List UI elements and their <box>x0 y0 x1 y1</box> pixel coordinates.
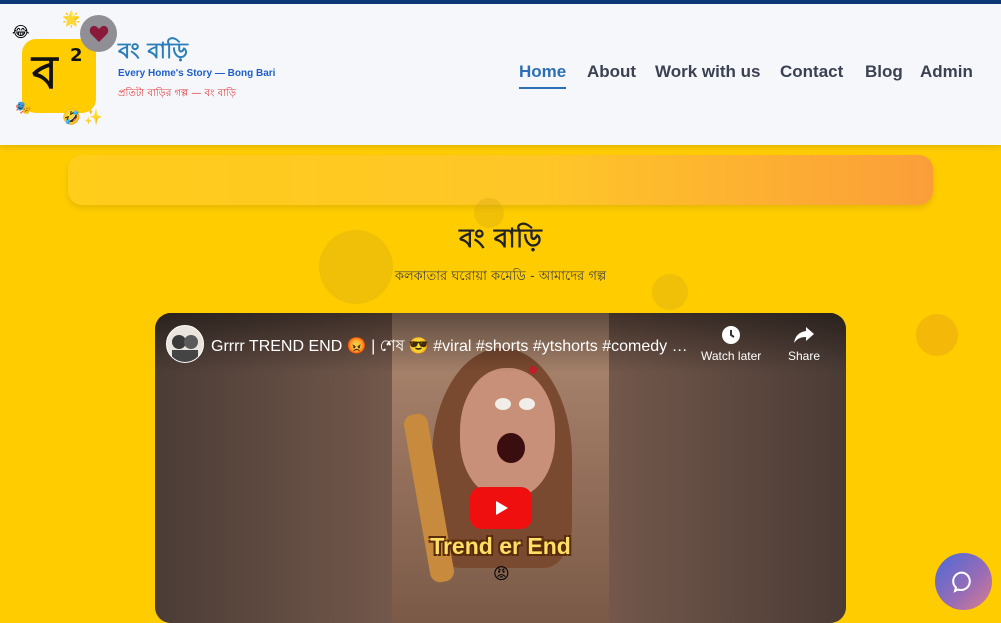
brand-tagline-english: Every Home's Story — Bong Bari <box>118 68 276 79</box>
page-title: বং বাড়ি <box>459 224 542 254</box>
nav-blog[interactable]: Blog <box>865 62 903 82</box>
watch-later-label: Watch later <box>701 349 762 363</box>
chat-bubble-icon <box>951 571 971 593</box>
nav-work-with-us[interactable]: Work with us <box>655 62 760 82</box>
thumbnail-eye <box>519 398 535 410</box>
play-icon <box>496 501 508 515</box>
laughing-emoji-icon: 😂 <box>12 23 30 41</box>
sparkles-emoji-icon: ✨ <box>84 108 103 126</box>
site-header: ব 2 😂 🌟 🎭 🤣 ✨ বং বাড়ি Every Home's Stor… <box>0 4 1001 145</box>
share-label: Share <box>788 349 821 363</box>
site-logo[interactable]: ব 2 <box>22 39 96 113</box>
chat-button[interactable] <box>935 553 992 610</box>
nav-contact[interactable]: Contact <box>780 62 843 82</box>
share-arrow-icon <box>794 327 815 343</box>
brand-title[interactable]: বং বাড়ি <box>118 34 188 71</box>
hero-banner-bar <box>68 155 933 205</box>
thumbnail-caption: Trend er End <box>430 533 571 559</box>
theater-emoji-icon: 🎭 <box>15 101 32 116</box>
nav-home[interactable]: Home <box>519 62 567 89</box>
play-button[interactable] <box>470 487 532 529</box>
page-subtitle: কলকাতার ঘরোয়া কমেডি - আমাদের গল্প <box>394 269 607 284</box>
angry-emoji-icon: 😡 <box>493 564 510 583</box>
youtube-video-embed[interactable]: Trend er End 😡 Grrrr TREND END 😡 | শেষ 😎… <box>155 313 846 623</box>
thumbnail-mouth <box>497 433 525 463</box>
share-button[interactable]: Share <box>788 325 820 363</box>
logo-superscript: 2 <box>70 45 83 66</box>
watch-later-button[interactable]: Watch later <box>701 325 761 363</box>
thumbnail-eye <box>495 398 511 410</box>
brand-tagline-bengali: প্রতিটা বাড়ির গল্প — বং বাড়ি <box>118 88 237 99</box>
star-emoji-icon: 🌟 <box>62 10 81 28</box>
channel-avatar[interactable] <box>166 325 204 363</box>
video-title[interactable]: Grrrr TREND END 😡 | শেষ 😎 #viral #shorts… <box>211 333 691 360</box>
decor-circle <box>916 314 958 356</box>
rofl-emoji-icon: 🤣 <box>62 108 81 126</box>
heart-icon <box>80 15 117 52</box>
nav-admin[interactable]: Admin <box>920 62 973 82</box>
logo-letter: ব <box>32 45 58 99</box>
nav-about[interactable]: About <box>587 62 636 82</box>
clock-icon <box>722 326 741 344</box>
